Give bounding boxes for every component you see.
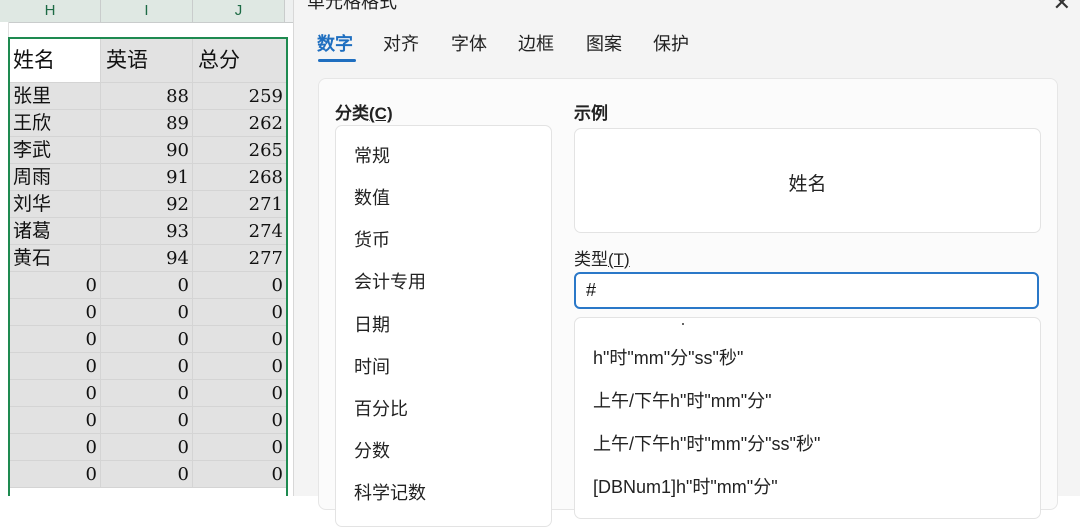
type-label: 类型(T)	[574, 245, 630, 270]
cell-total[interactable]: 0	[193, 461, 287, 488]
column-header-h[interactable]: H	[0, 0, 101, 22]
cell-english[interactable]: 0	[101, 461, 193, 488]
cell-name[interactable]: 诸葛	[8, 218, 101, 245]
cell-name[interactable]: 0	[8, 299, 101, 326]
tab-number[interactable]: 数字	[317, 30, 353, 56]
cell-total[interactable]: 259	[193, 83, 287, 110]
category-fraction[interactable]: 分数	[354, 437, 390, 463]
cell-name[interactable]: 0	[8, 407, 101, 434]
cell-english[interactable]: 0	[101, 326, 193, 353]
category-percentage[interactable]: 百分比	[354, 395, 408, 421]
sample-label: 示例	[574, 104, 608, 123]
cell-english[interactable]: 0	[101, 299, 193, 326]
cell-name[interactable]: 0	[8, 380, 101, 407]
spreadsheet[interactable]: H I J 姓名 英语 总分 张里 88 259 王欣 89 262 李武 90 265 周雨 91…	[0, 0, 293, 496]
type-hotkey: (T)	[608, 250, 630, 269]
type-input[interactable]	[574, 272, 1039, 309]
cell-total[interactable]: 271	[193, 191, 287, 218]
list-scroll-mark	[682, 323, 684, 325]
type-option[interactable]: [DBNum1]h"时"mm"分"	[593, 473, 778, 499]
category-date[interactable]: 日期	[354, 311, 390, 337]
sample-preview: 姓名	[574, 128, 1041, 233]
cell-total[interactable]: 274	[193, 218, 287, 245]
cell-name[interactable]: 0	[8, 326, 101, 353]
cell-english[interactable]: 0	[101, 407, 193, 434]
cell-total[interactable]: 262	[193, 110, 287, 137]
category-label-text: 分类	[335, 104, 369, 123]
cell-total[interactable]: 0	[193, 272, 287, 299]
type-option[interactable]: 上午/下午h"时"mm"分"	[593, 387, 772, 413]
cell-name[interactable]: 张里	[8, 83, 101, 110]
cell-english[interactable]: 0	[101, 272, 193, 299]
type-format-list[interactable]: h"时"mm"分"ss"秒" 上午/下午h"时"mm"分" 上午/下午h"时"m…	[574, 317, 1041, 519]
cell-total[interactable]: 0	[193, 299, 287, 326]
column-header-i[interactable]: I	[101, 0, 193, 22]
cell-name[interactable]: 0	[8, 353, 101, 380]
category-hotkey: (C)	[369, 104, 393, 123]
type-option[interactable]: h"时"mm"分"ss"秒"	[593, 344, 743, 370]
sample-value: 姓名	[788, 174, 827, 195]
cell-total[interactable]: 268	[193, 164, 287, 191]
tab-protection[interactable]: 保护	[653, 30, 689, 56]
cell-english[interactable]: 88	[101, 83, 193, 110]
cell-total[interactable]: 0	[193, 434, 287, 461]
cell-total[interactable]: 265	[193, 137, 287, 164]
cell-name[interactable]: 0	[8, 461, 101, 488]
format-cells-dialog: 单元格格式 ✕ 数字 对齐 字体 边框 图案 保护 分类(C) 常规 数值 货币…	[293, 0, 1080, 527]
active-tab-indicator	[318, 59, 356, 62]
cell-name[interactable]: 王欣	[8, 110, 101, 137]
cell-name[interactable]: 李武	[8, 137, 101, 164]
cell-english[interactable]: 0	[101, 353, 193, 380]
dialog-title: 单元格格式	[307, 0, 397, 12]
close-icon[interactable]: ✕	[1053, 0, 1071, 16]
column-header-filler	[285, 0, 293, 22]
header-cell-total[interactable]: 总分	[193, 37, 287, 83]
cell-name[interactable]: 刘华	[8, 191, 101, 218]
category-scientific[interactable]: 科学记数	[354, 479, 426, 505]
category-label: 分类(C)	[335, 99, 393, 124]
cell-name[interactable]: 0	[8, 272, 101, 299]
header-cell-english[interactable]: 英语	[101, 37, 193, 83]
cell-total[interactable]: 0	[193, 380, 287, 407]
header-cell-name[interactable]: 姓名	[8, 37, 101, 83]
category-list[interactable]: 常规 数值 货币 会计专用 日期 时间 百分比 分数 科学记数	[335, 125, 552, 527]
tab-pattern[interactable]: 图案	[586, 30, 622, 56]
cell-total[interactable]: 277	[193, 245, 287, 272]
cell-name[interactable]: 0	[8, 434, 101, 461]
column-header-j[interactable]: J	[193, 0, 285, 22]
category-number[interactable]: 数值	[354, 184, 390, 210]
cell-english[interactable]: 92	[101, 191, 193, 218]
cell-english[interactable]: 0	[101, 380, 193, 407]
number-tab-panel: 分类(C) 常规 数值 货币 会计专用 日期 时间 百分比 分数 科学记数 示例…	[318, 78, 1058, 527]
cell-english[interactable]: 89	[101, 110, 193, 137]
category-currency[interactable]: 货币	[354, 226, 390, 252]
category-accounting[interactable]: 会计专用	[354, 268, 426, 294]
type-option[interactable]: 上午/下午h"时"mm"分"ss"秒"	[593, 430, 820, 456]
cell-name[interactable]: 周雨	[8, 164, 101, 191]
cell-total[interactable]: 0	[193, 353, 287, 380]
cell-english[interactable]: 90	[101, 137, 193, 164]
cell-name[interactable]: 黄石	[8, 245, 101, 272]
tab-font[interactable]: 字体	[451, 30, 487, 56]
cell-english[interactable]: 91	[101, 164, 193, 191]
category-general[interactable]: 常规	[354, 142, 390, 168]
cell-total[interactable]: 0	[193, 407, 287, 434]
cell-english[interactable]: 94	[101, 245, 193, 272]
cell-grid[interactable]: 姓名 英语 总分 张里 88 259 王欣 89 262 李武 90 265 周雨 91 268 刘华 9…	[8, 37, 287, 496]
category-time[interactable]: 时间	[354, 353, 390, 379]
cell-total[interactable]: 0	[193, 326, 287, 353]
cell-english[interactable]: 0	[101, 434, 193, 461]
cell-english[interactable]: 93	[101, 218, 193, 245]
type-label-text: 类型	[574, 250, 608, 269]
tab-border[interactable]: 边框	[518, 30, 554, 56]
tab-alignment[interactable]: 对齐	[383, 30, 419, 56]
column-header-bar: H I J	[0, 0, 293, 23]
